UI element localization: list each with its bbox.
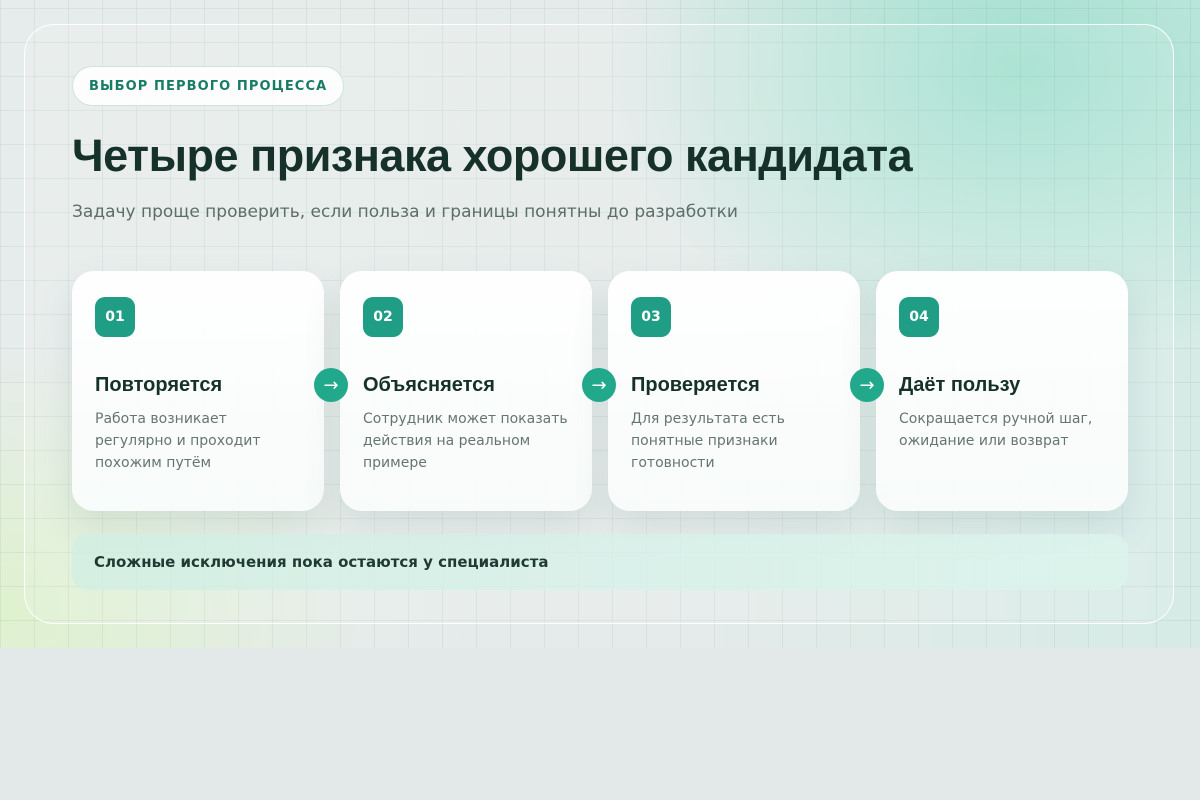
card-description: Сотрудник может показать действия на реа… [363, 411, 568, 471]
slide-background: ВЫБОР ПЕРВОГО ПРОЦЕССА Четыре признака х… [0, 0, 1200, 648]
page-subtitle: Задачу проще проверить, если польза и гр… [72, 202, 738, 222]
card-description: Работа возникает регулярно и проходит по… [95, 411, 261, 471]
card-title: Проверяется [631, 374, 760, 396]
arrow-right-icon: → [582, 368, 616, 402]
card-description: Для результата есть понятные признаки го… [631, 411, 785, 471]
card-title: Повторяется [95, 374, 223, 396]
step-number-badge: 04 [899, 297, 939, 337]
arrow-right-icon: → [314, 368, 348, 402]
step-number-badge: 01 [95, 297, 135, 337]
card-title: Даёт пользу [899, 374, 1021, 396]
step-number-badge: 02 [363, 297, 403, 337]
page-title: Четыре признака хорошего кандидата [72, 130, 913, 181]
criterion-card-1: 01 Повторяется Работа возникает регулярн… [72, 271, 324, 511]
step-number-badge: 03 [631, 297, 671, 337]
criterion-card-2: 02 Объясняется Сотрудник может показать … [340, 271, 592, 511]
arrow-right-icon: → [850, 368, 884, 402]
eyebrow-pill: ВЫБОР ПЕРВОГО ПРОЦЕССА [72, 66, 345, 106]
card-description: Сокращается ручной шаг, ожидание или воз… [899, 411, 1093, 449]
criterion-card-3: 03 Проверяется Для результата есть понят… [608, 271, 860, 511]
footer-note: Сложные исключения пока остаются у специ… [72, 534, 1128, 590]
criterion-card-4: 04 Даёт пользу Сокращается ручной шаг, о… [876, 271, 1128, 511]
card-title: Объясняется [363, 374, 495, 396]
